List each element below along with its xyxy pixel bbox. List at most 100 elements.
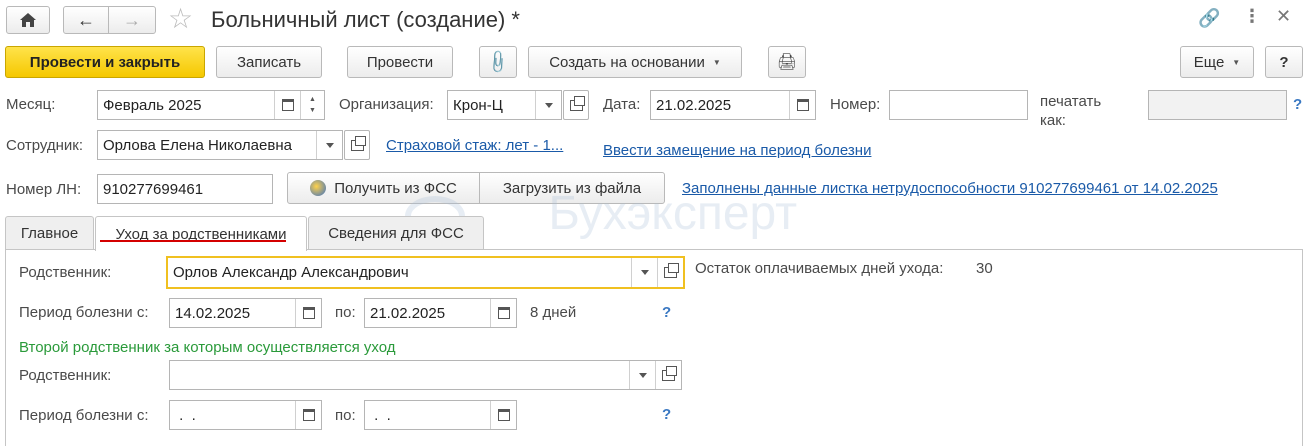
relative2-open-button[interactable]: [655, 361, 681, 389]
calendar-icon: [302, 307, 315, 319]
date-field[interactable]: 21.02.2025: [650, 90, 816, 120]
ln-number-label: Номер ЛН:: [6, 181, 82, 198]
back-button[interactable]: ←: [63, 6, 109, 34]
insurance-experience-link[interactable]: Страховой стаж: лет - 1...: [386, 137, 563, 154]
number-field[interactable]: [889, 90, 1028, 120]
month-label: Месяц:: [6, 96, 56, 113]
period2-from-label: Период болезни с:: [19, 407, 149, 424]
home-button[interactable]: [6, 6, 50, 34]
calendar-button[interactable]: [490, 401, 516, 429]
fss-icon: [310, 180, 327, 196]
write-button[interactable]: Записать: [216, 46, 322, 78]
month-field[interactable]: Февраль 2025 ▲ ▼: [97, 90, 325, 120]
relative-open-button[interactable]: [657, 258, 683, 287]
second-relative-header: Второй родственник за которым осуществля…: [19, 339, 396, 356]
spinner-control[interactable]: ▲ ▼: [300, 91, 324, 119]
period2-to-value: . .: [370, 406, 391, 424]
days-count: 8 дней: [530, 304, 577, 321]
relative2-field[interactable]: [169, 360, 682, 390]
chevron-down-icon: ▼: [1232, 57, 1241, 67]
more-vertical-icon[interactable]: ⋮: [1243, 6, 1261, 27]
organization-field[interactable]: Крон-Ц: [447, 90, 562, 120]
remaining-days-value: 30: [976, 260, 993, 277]
paperclip-icon: 📎: [484, 49, 511, 76]
printer-icon: 🖨: [776, 54, 798, 71]
calendar-icon: [497, 307, 510, 319]
load-from-file-button[interactable]: Загрузить из файла: [479, 172, 665, 204]
period2-to-label: по:: [335, 407, 356, 424]
period-to-label: по:: [335, 304, 356, 321]
calendar-button[interactable]: [295, 401, 321, 429]
help-question-icon[interactable]: ?: [662, 304, 671, 321]
open-icon: [664, 263, 679, 278]
employee-open-button[interactable]: [344, 130, 370, 160]
period-from-label: Период болезни с:: [19, 304, 149, 321]
open-icon: [569, 95, 585, 111]
organization-label: Организация:: [339, 96, 434, 113]
organization-value: Крон-Ц: [453, 96, 503, 114]
period2-to-field[interactable]: . .: [364, 400, 517, 430]
calendar-button[interactable]: [295, 299, 321, 327]
tab-main[interactable]: Главное: [5, 216, 94, 250]
employee-field[interactable]: Орлова Елена Николаевна: [97, 130, 343, 160]
star-icon[interactable]: ☆: [168, 4, 193, 34]
close-icon[interactable]: ✕: [1276, 6, 1291, 27]
spin-down-icon[interactable]: ▼: [309, 105, 316, 116]
open-icon: [350, 135, 366, 151]
spin-up-icon[interactable]: ▲: [309, 94, 316, 105]
calendar-button[interactable]: [789, 91, 815, 119]
organization-dropdown-button[interactable]: [535, 91, 561, 119]
calendar-button[interactable]: [274, 91, 300, 119]
calendar-icon: [497, 409, 510, 421]
ln-number-field[interactable]: 910277699461: [97, 174, 273, 204]
print-as-field[interactable]: [1148, 90, 1287, 120]
calendar-icon: [302, 409, 315, 421]
period-from-field[interactable]: 14.02.2025: [169, 298, 322, 328]
employee-dropdown-button[interactable]: [316, 131, 342, 159]
create-based-on-button[interactable]: Создать на основании ▼: [528, 46, 742, 78]
remaining-days-label: Остаток оплачиваемых дней ухода:: [695, 260, 944, 277]
substitution-link[interactable]: Ввести замещение на период болезни: [603, 142, 871, 159]
help-button[interactable]: ?: [1265, 46, 1303, 78]
date-value: 21.02.2025: [656, 96, 732, 114]
employee-value: Орлова Елена Николаевна: [103, 136, 292, 154]
tab-fss-info[interactable]: Сведения для ФСС: [308, 216, 484, 250]
relative-value: Орлов Александр Александрович: [173, 264, 409, 281]
help-question-icon[interactable]: ?: [1293, 96, 1302, 113]
chevron-down-icon: [638, 372, 647, 378]
period2-from-field[interactable]: . .: [169, 400, 322, 430]
open-icon: [662, 365, 677, 381]
calendar-button[interactable]: [490, 299, 516, 327]
help-question-icon[interactable]: ?: [662, 406, 671, 423]
post-and-close-button[interactable]: Провести и закрыть: [5, 46, 205, 78]
attach-button[interactable]: 📎: [479, 46, 517, 78]
get-from-fss-label: Получить из ФСС: [334, 179, 457, 197]
relative-dropdown-button[interactable]: [631, 258, 657, 287]
period2-from-value: . .: [175, 406, 196, 424]
get-from-fss-button[interactable]: Получить из ФСС: [287, 172, 480, 204]
filled-data-link[interactable]: Заполнены данные листка нетрудоспособнос…: [682, 180, 1218, 197]
print-button[interactable]: 🖨: [768, 46, 806, 78]
post-button[interactable]: Провести: [347, 46, 453, 78]
print-as-label: печатать как:: [1040, 93, 1102, 129]
link-icon[interactable]: 🔗: [1198, 8, 1220, 29]
arrow-left-icon: ←: [77, 9, 95, 30]
period-to-field[interactable]: 21.02.2025: [364, 298, 517, 328]
chevron-down-icon: [640, 270, 649, 275]
forward-button[interactable]: →: [108, 6, 156, 34]
calendar-icon: [796, 99, 809, 111]
number-label: Номер:: [830, 96, 881, 113]
chevron-down-icon: [544, 102, 553, 108]
relative2-label: Родственник:: [19, 367, 112, 384]
ln-number-value: 910277699461: [103, 180, 204, 198]
tab-relative-care[interactable]: Уход за родственниками: [95, 216, 307, 251]
chevron-down-icon: [325, 142, 334, 148]
more-button[interactable]: Еще ▼: [1180, 46, 1254, 78]
calendar-icon: [281, 99, 294, 111]
relative-label: Родственник:: [19, 264, 112, 281]
home-icon: [20, 13, 36, 27]
create-based-on-label: Создать на основании: [549, 53, 705, 71]
relative-field[interactable]: Орлов Александр Александрович: [166, 256, 685, 289]
organization-open-button[interactable]: [563, 90, 589, 120]
relative2-dropdown-button[interactable]: [629, 361, 655, 389]
